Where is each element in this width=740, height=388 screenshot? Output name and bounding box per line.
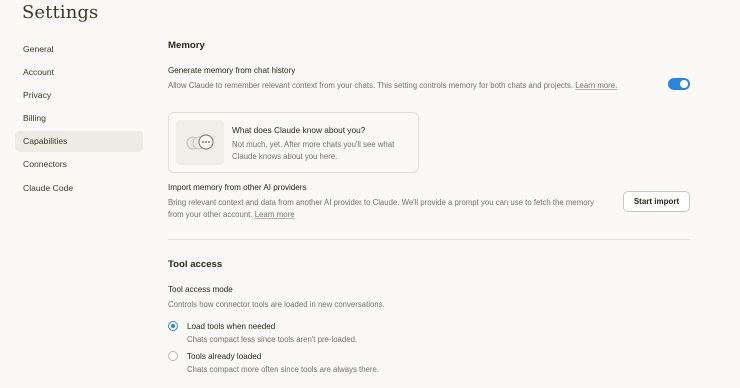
tool-access-heading: Tool access bbox=[168, 259, 223, 270]
sidebar-item-account[interactable]: Account bbox=[15, 61, 143, 82]
option-description-tools-already-loaded: Chats compact more often since tools are… bbox=[187, 365, 379, 374]
option-description-load-tools-when-needed: Chats compact less since tools aren't pr… bbox=[187, 335, 358, 344]
option-label-tools-already-loaded[interactable]: Tools already loaded bbox=[187, 352, 261, 361]
memory-summary-card: What does Claude know about you? Not muc… bbox=[168, 112, 419, 173]
memory-card-title: What does Claude know about you? bbox=[232, 125, 366, 135]
start-import-button[interactable]: Start import bbox=[623, 191, 690, 212]
settings-main: Memory Generate memory from chat history… bbox=[168, 0, 690, 388]
sidebar-item-general[interactable]: General bbox=[15, 38, 143, 59]
radio-tools-already-loaded[interactable] bbox=[168, 351, 178, 361]
generate-memory-toggle[interactable] bbox=[668, 78, 690, 90]
import-memory-label: Import memory from other AI providers bbox=[168, 183, 307, 192]
radio-load-tools-when-needed[interactable] bbox=[168, 321, 178, 331]
page-title: Settings bbox=[22, 2, 99, 23]
generate-memory-description: Allow Claude to remember relevant contex… bbox=[168, 81, 618, 90]
section-divider bbox=[168, 239, 690, 240]
chat-bubbles-icon bbox=[176, 120, 224, 165]
option-label-load-tools-when-needed[interactable]: Load tools when needed bbox=[187, 322, 275, 331]
sidebar-item-privacy[interactable]: Privacy bbox=[15, 84, 143, 105]
sidebar-item-billing[interactable]: Billing bbox=[15, 108, 143, 129]
memory-heading: Memory bbox=[168, 40, 205, 51]
generate-memory-label: Generate memory from chat history bbox=[168, 66, 296, 75]
import-memory-description: Bring relevant context and data from ano… bbox=[168, 198, 595, 219]
settings-sidebar: General Account Privacy Billing Capabili… bbox=[15, 38, 143, 200]
sidebar-item-claude-code[interactable]: Claude Code bbox=[15, 177, 143, 198]
sidebar-item-capabilities[interactable]: Capabilities bbox=[15, 130, 143, 152]
import-learn-more-link[interactable]: Learn more bbox=[255, 210, 295, 219]
memory-card-description: Not much, yet. After more chats you'll s… bbox=[232, 140, 395, 161]
generate-memory-learn-more-link[interactable]: Learn more. bbox=[575, 81, 617, 90]
sidebar-item-connectors[interactable]: Connectors bbox=[15, 154, 143, 175]
tool-access-mode-description: Controls how connector tools are loaded … bbox=[168, 300, 385, 309]
tool-access-mode-label: Tool access mode bbox=[168, 285, 233, 294]
toggle-knob bbox=[680, 80, 688, 88]
